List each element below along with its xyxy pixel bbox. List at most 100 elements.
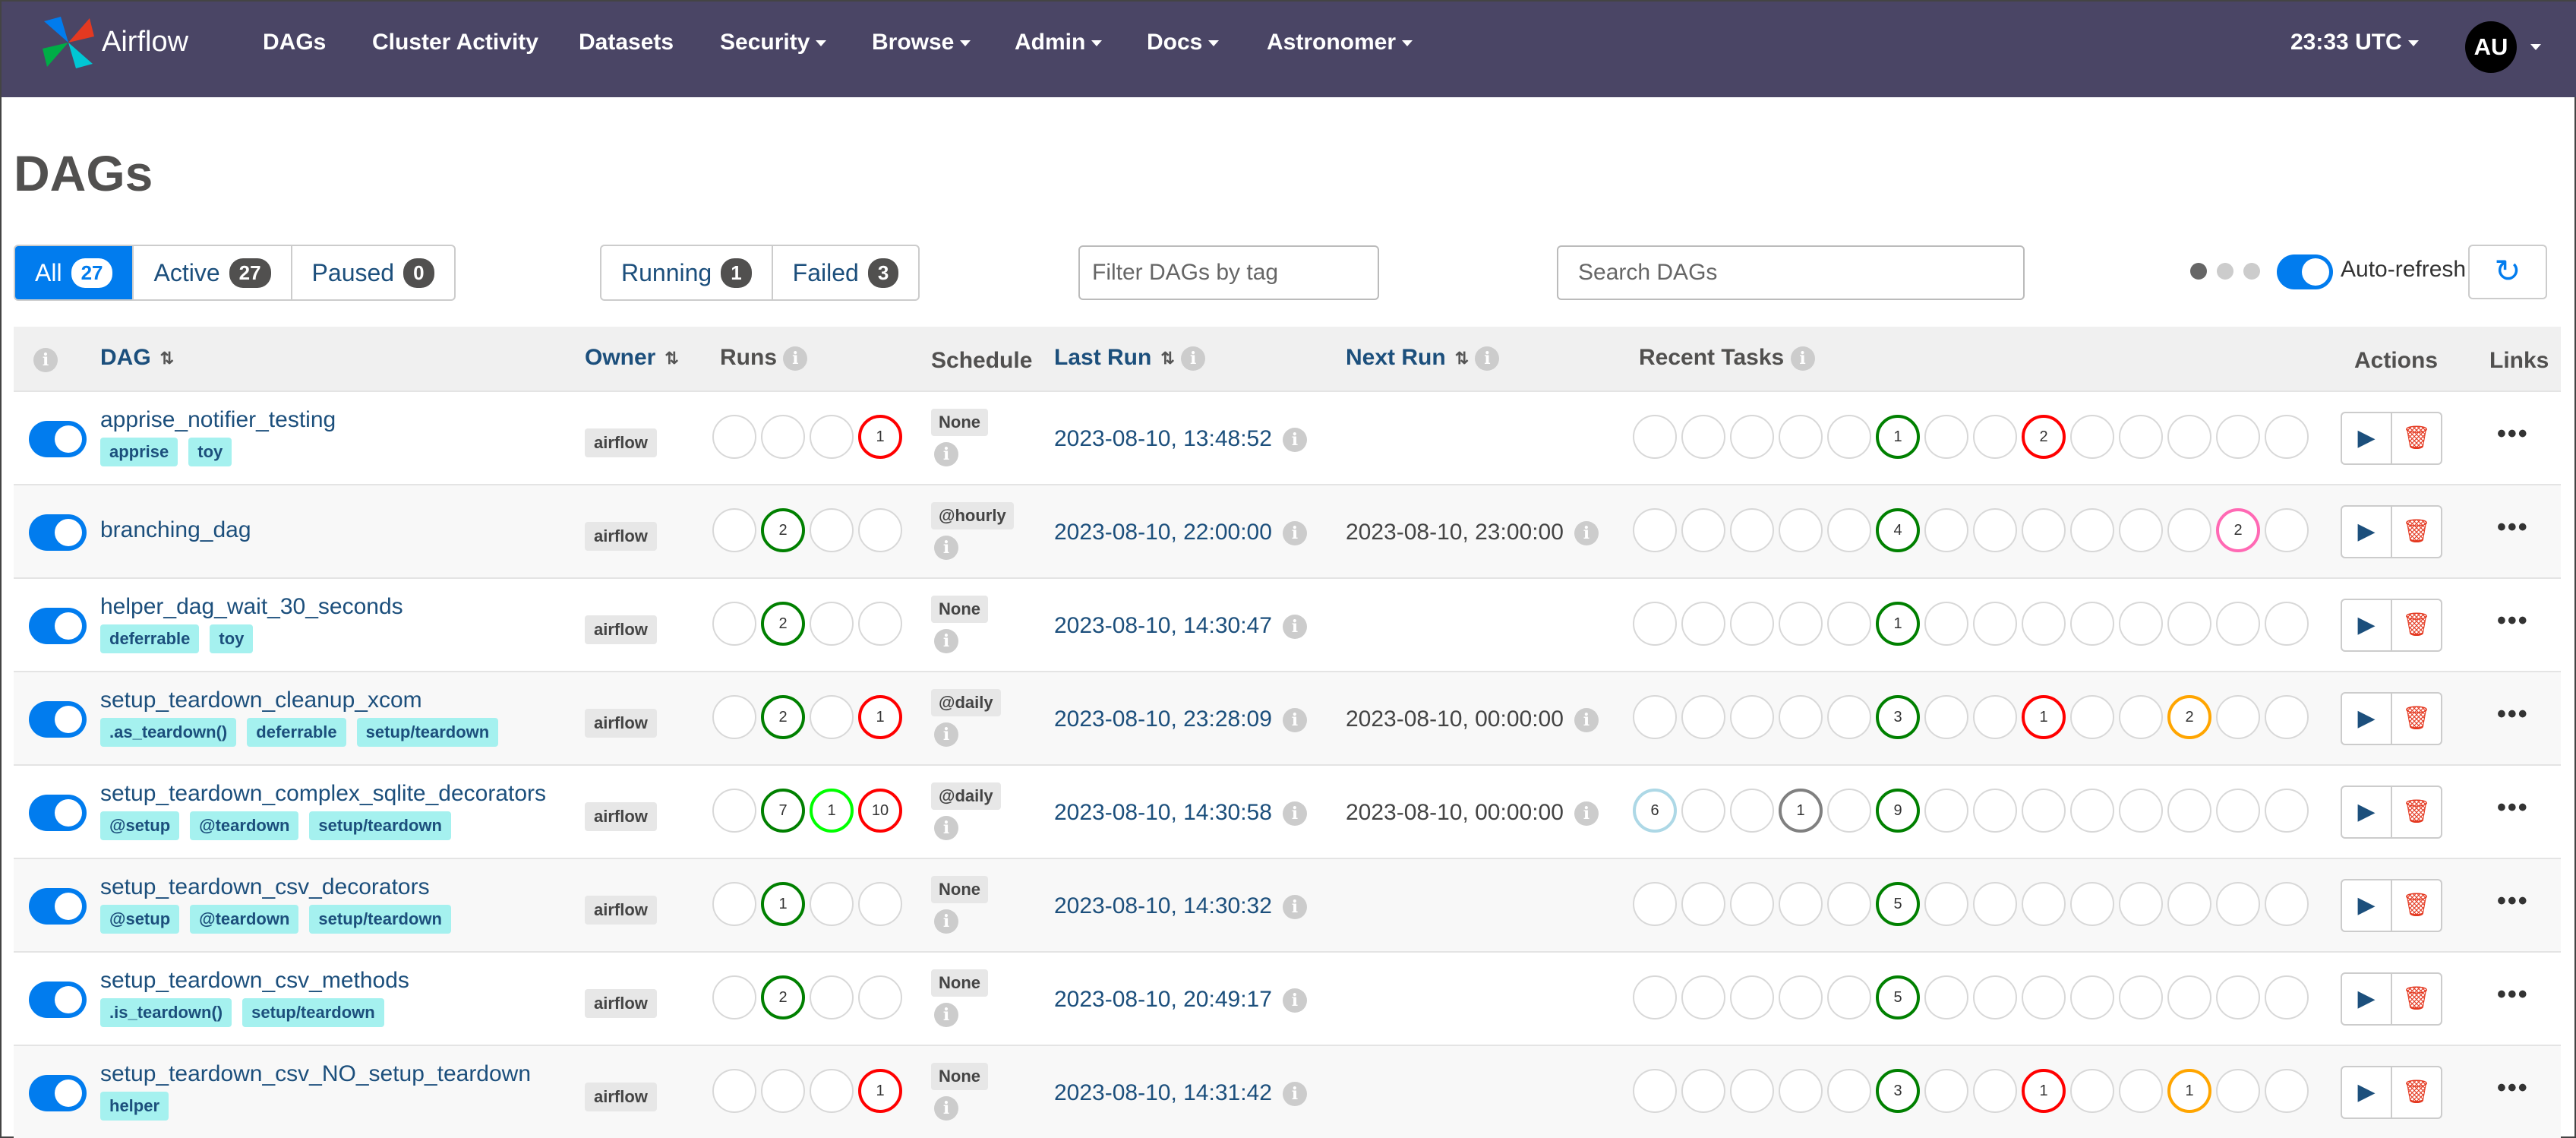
task-status-circle[interactable]: 1 <box>2022 1069 2066 1113</box>
more-links-button[interactable]: ••• <box>2497 419 2529 449</box>
task-status-circle[interactable]: 1 <box>1779 789 1823 833</box>
task-status-circle[interactable] <box>1779 1069 1823 1113</box>
dag-tag[interactable]: .is_teardown() <box>100 998 232 1027</box>
filter-active-button[interactable]: Active 27 <box>134 246 292 299</box>
last-run-link[interactable]: 2023-08-10, 23:28:09 i <box>1054 707 1307 733</box>
task-status-circle[interactable] <box>2119 508 2163 552</box>
task-status-circle[interactable] <box>1924 1069 1968 1113</box>
run-status-circle[interactable] <box>712 1069 756 1113</box>
delete-dag-button[interactable]: 🗑 <box>2391 505 2442 558</box>
more-links-button[interactable]: ••• <box>2497 793 2529 823</box>
dag-tag[interactable]: setup/teardown <box>242 998 384 1027</box>
dag-name-link[interactable]: setup_teardown_csv_decorators <box>100 874 430 900</box>
nav-docs[interactable]: Docs <box>1147 30 1220 55</box>
task-status-circle[interactable] <box>1827 695 1871 739</box>
task-status-circle[interactable] <box>1827 882 1871 926</box>
run-status-circle[interactable] <box>761 1069 805 1113</box>
dag-tag[interactable]: toy <box>210 624 254 653</box>
task-status-circle[interactable]: 6 <box>1633 789 1677 833</box>
info-icon[interactable]: i <box>1282 615 1307 640</box>
run-status-circle[interactable] <box>810 1069 854 1113</box>
dag-pause-toggle[interactable] <box>29 888 87 925</box>
task-status-circle[interactable] <box>1827 415 1871 459</box>
auto-refresh-toggle[interactable] <box>2277 254 2333 289</box>
task-status-circle[interactable] <box>1681 975 1725 1019</box>
task-status-circle[interactable] <box>2022 975 2066 1019</box>
run-status-circle[interactable] <box>810 695 854 739</box>
dag-tag[interactable]: .as_teardown() <box>100 718 237 747</box>
info-icon[interactable]: i <box>1574 801 1599 827</box>
dag-name-link[interactable]: helper_dag_wait_30_seconds <box>100 594 403 620</box>
more-links-button[interactable]: ••• <box>2497 1073 2529 1103</box>
task-status-circle[interactable] <box>2167 975 2211 1019</box>
run-status-circle[interactable] <box>810 508 854 552</box>
info-icon[interactable]: i <box>1282 801 1307 827</box>
task-status-circle[interactable] <box>1827 602 1871 646</box>
dag-pause-toggle[interactable] <box>29 1075 87 1111</box>
info-icon[interactable]: i <box>783 346 808 371</box>
run-status-circle[interactable] <box>858 975 902 1019</box>
delete-dag-button[interactable]: 🗑 <box>2391 879 2442 932</box>
run-status-circle[interactable] <box>712 789 756 833</box>
header-last-run[interactable]: Last Run ⇅ i <box>1054 345 1206 371</box>
task-status-circle[interactable] <box>1924 602 1968 646</box>
task-status-circle[interactable] <box>1827 508 1871 552</box>
task-status-circle[interactable] <box>2216 975 2260 1019</box>
task-status-circle[interactable] <box>1779 602 1823 646</box>
info-icon[interactable]: i <box>934 629 958 653</box>
task-status-circle[interactable] <box>1924 882 1968 926</box>
task-status-circle[interactable] <box>1633 882 1677 926</box>
run-status-circle[interactable] <box>858 508 902 552</box>
filter-running-button[interactable]: Running 1 <box>601 246 773 299</box>
task-status-circle[interactable] <box>2167 602 2211 646</box>
more-links-button[interactable]: ••• <box>2497 606 2529 636</box>
task-status-circle[interactable] <box>1633 1069 1677 1113</box>
task-status-circle[interactable] <box>1681 1069 1725 1113</box>
nav-security[interactable]: Security <box>720 30 827 55</box>
more-links-button[interactable]: ••• <box>2497 980 2529 1010</box>
dag-tag[interactable]: @teardown <box>190 905 299 934</box>
task-status-circle[interactable]: 2 <box>2216 508 2260 552</box>
run-status-circle[interactable]: 2 <box>761 695 805 739</box>
last-run-link[interactable]: 2023-08-10, 20:49:17 i <box>1054 987 1307 1013</box>
run-status-circle[interactable] <box>810 602 854 646</box>
info-icon[interactable]: i <box>934 909 958 934</box>
task-status-circle[interactable]: 5 <box>1876 975 1920 1019</box>
task-status-circle[interactable] <box>2070 695 2114 739</box>
owner-badge[interactable]: airflow <box>585 802 657 831</box>
task-status-circle[interactable] <box>2070 975 2114 1019</box>
task-status-circle[interactable] <box>1730 602 1774 646</box>
info-icon[interactable]: i <box>1574 708 1599 733</box>
info-icon[interactable]: i <box>1282 708 1307 733</box>
task-status-circle[interactable] <box>1973 789 2017 833</box>
task-status-circle[interactable] <box>1973 975 2017 1019</box>
task-status-circle[interactable] <box>2119 1069 2163 1113</box>
task-status-circle[interactable] <box>2070 415 2114 459</box>
task-status-circle[interactable]: 4 <box>1876 508 1920 552</box>
owner-badge[interactable]: airflow <box>585 989 657 1018</box>
dag-pause-toggle[interactable] <box>29 701 87 738</box>
filter-all-button[interactable]: All 27 <box>15 246 134 299</box>
owner-badge[interactable]: airflow <box>585 896 657 925</box>
dag-pause-toggle[interactable] <box>29 514 87 551</box>
run-status-circle[interactable]: 1 <box>858 695 902 739</box>
info-icon[interactable]: i <box>934 442 958 466</box>
info-icon[interactable]: i <box>934 1003 958 1027</box>
task-status-circle[interactable] <box>1973 508 2017 552</box>
task-status-circle[interactable] <box>1779 975 1823 1019</box>
task-status-circle[interactable] <box>2265 508 2309 552</box>
more-links-button[interactable]: ••• <box>2497 700 2529 729</box>
task-status-circle[interactable] <box>2265 789 2309 833</box>
run-status-circle[interactable] <box>810 415 854 459</box>
last-run-link[interactable]: 2023-08-10, 22:00:00 i <box>1054 520 1307 546</box>
task-status-circle[interactable] <box>2119 882 2163 926</box>
run-status-circle[interactable]: 10 <box>858 789 902 833</box>
run-status-circle[interactable] <box>858 602 902 646</box>
task-status-circle[interactable] <box>1827 975 1871 1019</box>
task-status-circle[interactable] <box>1973 602 2017 646</box>
run-status-circle[interactable]: 2 <box>761 602 805 646</box>
task-status-circle[interactable] <box>2070 508 2114 552</box>
last-run-link[interactable]: 2023-08-10, 14:30:47 i <box>1054 613 1307 640</box>
task-status-circle[interactable] <box>2022 602 2066 646</box>
info-icon[interactable]: i <box>934 816 958 840</box>
